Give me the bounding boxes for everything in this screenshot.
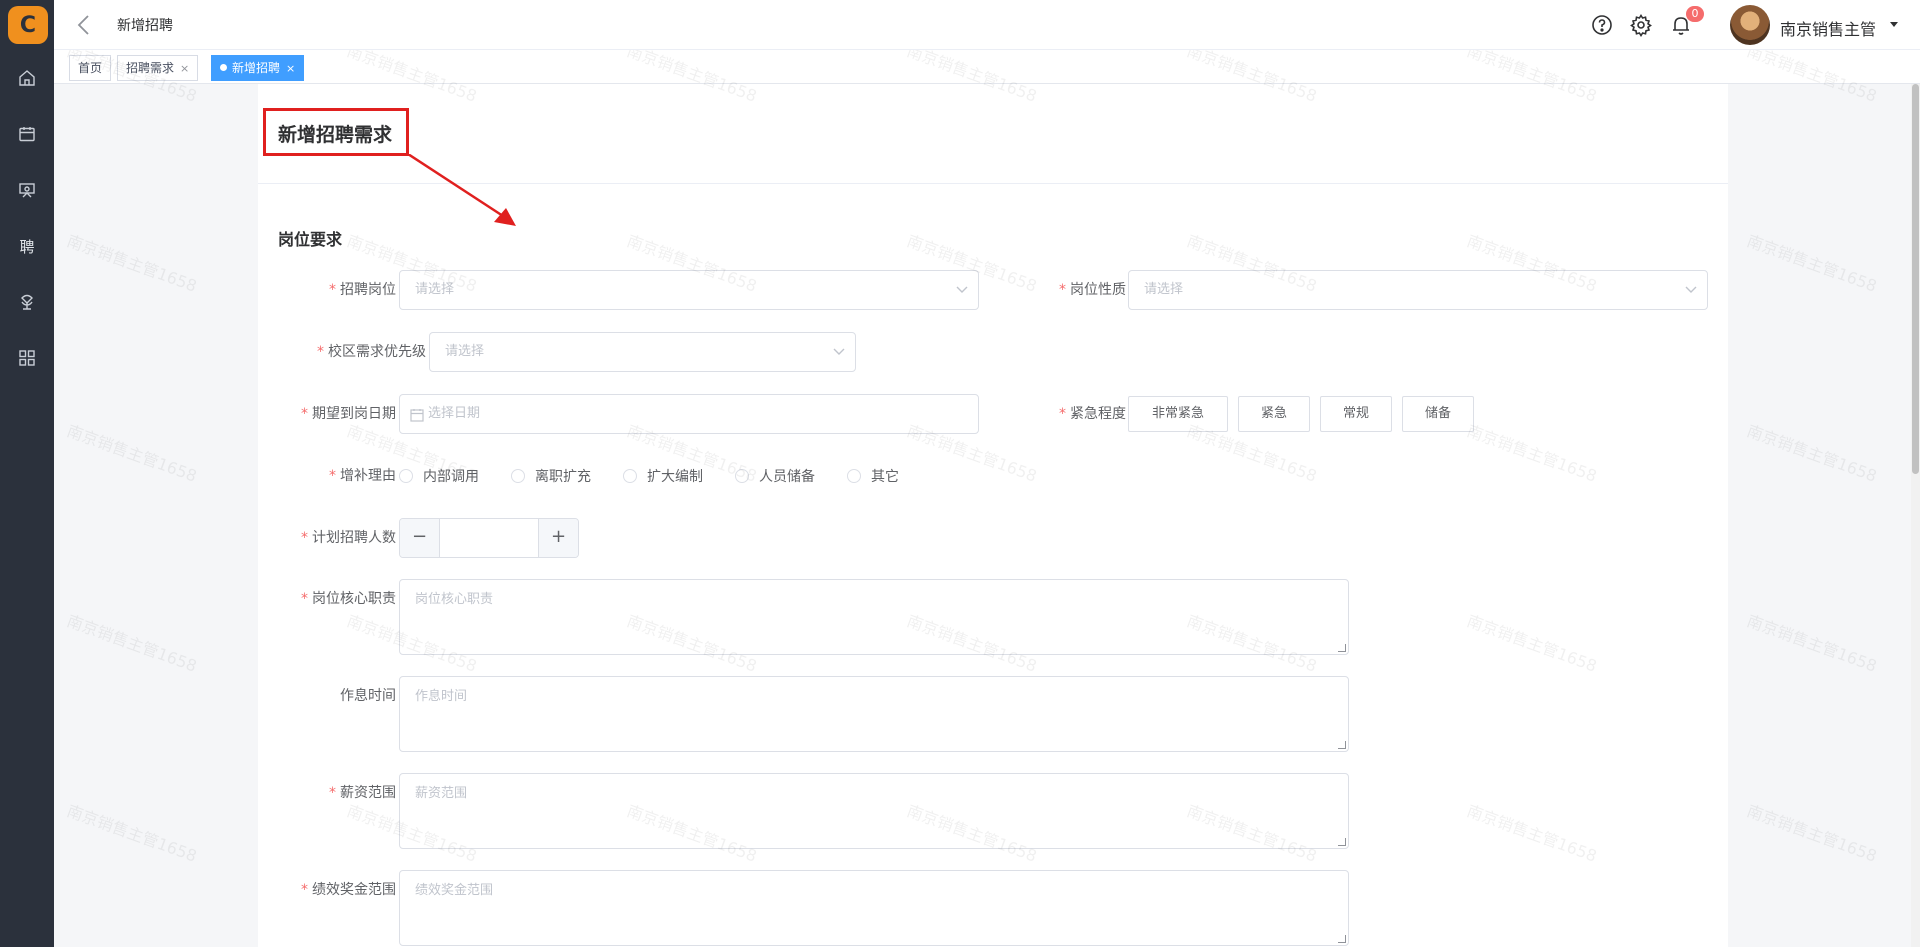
tab-label: 首页 <box>78 61 103 75</box>
plus-button[interactable]: + <box>538 519 578 557</box>
teacher-icon[interactable] <box>0 170 54 210</box>
salary-range-label: * 薪资范围 <box>329 785 396 801</box>
headcount-label: * 计划招聘人数 <box>301 530 396 546</box>
reason-radio-other[interactable]: 其它 <box>847 456 899 496</box>
watermark-text: 南京销售主管1658 <box>64 611 200 676</box>
calendar-icon[interactable] <box>0 114 54 154</box>
help-icon[interactable] <box>1590 13 1614 37</box>
position-label: * 招聘岗位 <box>329 282 396 298</box>
campus-priority-label: * 校区需求优先级 <box>317 344 426 360</box>
close-icon[interactable]: × <box>286 62 295 75</box>
salary-range-textarea[interactable]: 薪资范围 <box>399 773 1349 849</box>
form-card: 新增招聘需求 岗位要求 * 招聘岗位 请选择 * 岗位性质 请选择 * 校区需求优先级… <box>258 84 1728 947</box>
caret-down-icon[interactable] <box>1890 22 1898 27</box>
recruit-nav-item[interactable]: 聘 <box>0 226 54 266</box>
resize-handle-icon[interactable] <box>1338 644 1346 652</box>
radio-circle <box>399 469 413 483</box>
notification-badge: 0 <box>1686 6 1704 22</box>
calendar-icon <box>410 409 424 422</box>
tabs-bar: 首页 招聘需求 × 新增招聘 × <box>54 50 1920 84</box>
tab-home[interactable]: 首页 <box>69 55 112 81</box>
chevron-down-icon <box>1685 286 1697 293</box>
back-arrow-icon[interactable] <box>72 12 98 38</box>
home-icon[interactable] <box>0 58 54 98</box>
close-icon[interactable]: × <box>180 62 189 75</box>
reason-radio-internal[interactable]: 内部调用 <box>399 456 479 496</box>
watermark-text: 南京销售主管1658 <box>1744 231 1880 296</box>
headcount-stepper[interactable]: − + <box>399 518 579 558</box>
work-schedule-textarea[interactable]: 作息时间 <box>399 676 1349 752</box>
watermark-text: 南京销售主管1658 <box>64 231 200 296</box>
core-duty-textarea[interactable]: 岗位核心职责 <box>399 579 1349 655</box>
position-nature-select[interactable]: 请选择 <box>1128 270 1708 310</box>
resize-handle-icon[interactable] <box>1338 935 1346 943</box>
top-header: 新增招聘 0 南京销售主管 <box>54 0 1920 50</box>
tab-new-recruit[interactable]: 新增招聘 × <box>211 55 305 81</box>
gear-icon[interactable] <box>1629 13 1653 37</box>
watermark-text: 南京销售主管1658 <box>64 801 200 866</box>
resize-handle-icon[interactable] <box>1338 838 1346 846</box>
avatar[interactable] <box>1730 5 1770 45</box>
minus-button[interactable]: − <box>400 519 440 557</box>
user-name[interactable]: 南京销售主管 <box>1780 16 1876 40</box>
tab-label: 新增招聘 <box>232 61 281 75</box>
chevron-down-icon <box>956 286 968 293</box>
urgency-urgent-button[interactable]: 紧急 <box>1238 396 1310 432</box>
expected-date-label: * 期望到岗日期 <box>301 406 396 422</box>
reason-radio-reserve[interactable]: 人员储备 <box>735 456 815 496</box>
app-logo[interactable]: C <box>8 6 48 44</box>
annotation-arrow-icon <box>408 154 516 226</box>
scrollbar-thumb[interactable] <box>1912 84 1919 474</box>
urgency-label: * 紧急程度 <box>1059 406 1126 422</box>
reason-label: * 增补理由 <box>329 468 396 484</box>
section-title: 岗位要求 <box>278 230 343 249</box>
award-icon[interactable] <box>0 282 54 322</box>
urgency-reserve-button[interactable]: 储备 <box>1402 396 1474 432</box>
watermark-text: 南京销售主管1658 <box>1744 421 1880 486</box>
chevron-down-icon <box>833 348 845 355</box>
position-select[interactable]: 请选择 <box>399 270 979 310</box>
header-title: 新增招聘 <box>117 18 173 34</box>
watermark-text: 南京销售主管1658 <box>1744 801 1880 866</box>
work-schedule-label: 作息时间 <box>340 688 396 704</box>
recruit-nav-label: 聘 <box>19 237 35 256</box>
tab-recruit-demand[interactable]: 招聘需求 × <box>117 55 199 81</box>
reason-radio-expand[interactable]: 扩大编制 <box>623 456 703 496</box>
reason-radio-resign[interactable]: 离职扩充 <box>511 456 591 496</box>
page-title: 新增招聘需求 <box>278 124 393 146</box>
campus-priority-select[interactable]: 请选择 <box>429 332 856 372</box>
tab-label: 招聘需求 <box>126 61 175 75</box>
core-duty-label: * 岗位核心职责 <box>301 591 396 607</box>
position-nature-label: * 岗位性质 <box>1059 282 1126 298</box>
bonus-range-textarea[interactable]: 绩效奖金范围 <box>399 870 1349 946</box>
radio-circle <box>735 469 749 483</box>
grid-icon[interactable] <box>0 338 54 378</box>
watermark-text: 南京销售主管1658 <box>64 421 200 486</box>
radio-circle <box>511 469 525 483</box>
bonus-range-label: * 绩效奖金范围 <box>301 882 396 898</box>
urgency-very-urgent-button[interactable]: 非常紧急 <box>1128 396 1228 432</box>
radio-circle <box>847 469 861 483</box>
watermark-text: 南京销售主管1658 <box>1744 611 1880 676</box>
radio-circle <box>623 469 637 483</box>
resize-handle-icon[interactable] <box>1338 741 1346 749</box>
expected-date-picker[interactable]: 选择日期 <box>399 394 979 434</box>
urgency-normal-button[interactable]: 常规 <box>1320 396 1392 432</box>
sidebar: C 聘 <box>0 0 54 947</box>
card-header: 新增招聘需求 <box>258 84 1728 226</box>
active-dot <box>220 64 227 71</box>
